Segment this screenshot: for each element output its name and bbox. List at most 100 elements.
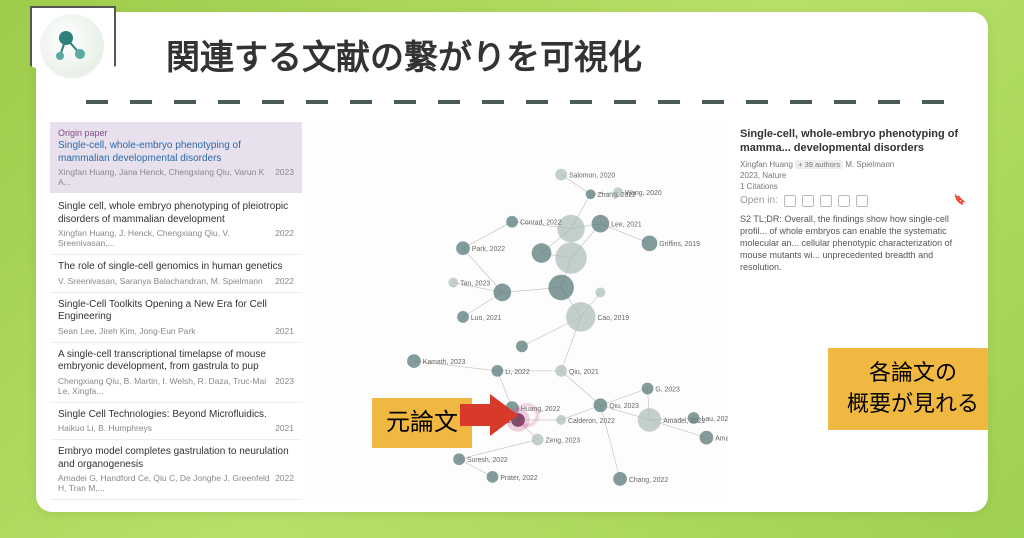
graph-node-label: Suresh, 2022 xyxy=(467,457,508,464)
detail-meta: 2023, Nature xyxy=(740,171,966,180)
callout-detail-line2: 概要が見れる xyxy=(847,391,979,416)
list-item[interactable]: A single-cell transcriptional timelapse … xyxy=(50,343,302,403)
detail-author-more: + 39 authors xyxy=(795,160,843,169)
origin-year: 2023 xyxy=(275,167,294,187)
graph-node[interactable] xyxy=(555,365,567,377)
graph-node[interactable] xyxy=(638,408,662,432)
origin-author-text: Xingfan Huang, Jana Henck, Chengxiang Qi… xyxy=(58,167,275,187)
list-item[interactable]: Single cell, whole embryo phenotyping of… xyxy=(50,195,302,255)
graph-panel[interactable]: Salomon, 2020Zhang, 2022Wang, 2020Conrad… xyxy=(306,122,728,502)
graph-node-label: Li, 2022 xyxy=(505,369,530,376)
origin-title: Single-cell, whole-embryo phenotyping of… xyxy=(58,140,294,165)
paper-list-panel: Origin paper Single-cell, whole-embryo p… xyxy=(50,122,302,502)
graph-node[interactable] xyxy=(592,215,610,233)
list-item[interactable]: Single Cell Technologies: Beyond Microfl… xyxy=(50,403,302,441)
source-icon[interactable] xyxy=(856,195,868,207)
graph-node-label: Wang, 2020 xyxy=(625,190,662,197)
graph-node[interactable] xyxy=(491,365,503,377)
citation-graph[interactable]: Salomon, 2020Zhang, 2022Wang, 2020Conrad… xyxy=(306,122,728,502)
graph-node-label: Lee, 2021 xyxy=(611,222,642,229)
app-logo xyxy=(40,14,104,78)
graph-node-label: Prater, 2022 xyxy=(500,475,538,482)
detail-citations: 1 Citations xyxy=(740,182,966,191)
list-item[interactable]: Embryo model completes gastrulation to n… xyxy=(50,440,302,500)
graph-node-label: Luo, 2021 xyxy=(471,315,502,322)
paper-title: Single Cell Technologies: Beyond Microfl… xyxy=(58,409,294,422)
paper-authors: Amadei G, Handford Ce, Qiu C, De Jonghe … xyxy=(58,473,294,493)
detail-title: Single-cell, whole-embryo phenotyping of… xyxy=(740,128,966,156)
graph-node[interactable] xyxy=(548,275,574,301)
graph-node-label: Tan, 2023 xyxy=(460,281,490,288)
graph-edge xyxy=(463,222,512,248)
paper-title: Single-Cell Toolkits Opening a New Era f… xyxy=(58,299,294,324)
callout-detail-line1: 各論文の xyxy=(869,360,957,385)
graph-node[interactable] xyxy=(596,287,606,297)
graph-node[interactable] xyxy=(487,471,499,483)
graph-node[interactable] xyxy=(700,431,714,445)
graph-node[interactable] xyxy=(456,241,470,255)
graph-node[interactable] xyxy=(453,453,465,465)
paper-title: The role of single-cell genomics in huma… xyxy=(58,261,294,274)
graph-node-label: Kamath, 2023 xyxy=(423,359,466,366)
graph-node-label: Zeng, 2023 xyxy=(545,438,580,445)
title-underline xyxy=(86,100,966,104)
paper-authors: V. Sreenivasan, Saranya Balachandran, M.… xyxy=(58,276,294,286)
paper-detail-panel: Single-cell, whole-embryo phenotyping of… xyxy=(732,122,974,502)
graph-node[interactable] xyxy=(532,243,552,263)
graph-node[interactable] xyxy=(532,434,544,446)
graph-node-label: Calderon, 2022 xyxy=(568,418,615,425)
paper-title: A single-cell transcriptional timelapse … xyxy=(58,349,294,374)
graph-node-label: Qiu, 2021 xyxy=(569,369,599,376)
graph-node[interactable] xyxy=(516,340,528,352)
detail-author-first: Xingfan Huang xyxy=(740,160,793,169)
graph-node[interactable] xyxy=(594,398,608,412)
slide-title: 関連する文献の繋がりを可視化 xyxy=(166,30,966,79)
paper-authors: Chengxiang Qiu, B. Martin, I. Welsh, R. … xyxy=(58,376,294,396)
graph-node-label: Amadei, 2023 xyxy=(715,436,728,443)
graph-node-label: Amadei, 2022 xyxy=(663,418,706,425)
arrow-icon xyxy=(460,394,518,441)
paper-authors: Xingfan Huang, J. Henck, Chengxiang Qiu,… xyxy=(58,228,294,248)
paper-authors: Sean Lee, Jireh Kim, Jong-Eun Park2021 xyxy=(58,326,294,336)
paper-title: Single cell, whole embryo phenotyping of… xyxy=(58,201,294,226)
ribbon-badge xyxy=(30,6,116,86)
graph-node[interactable] xyxy=(642,383,654,395)
graph-node[interactable] xyxy=(506,216,518,228)
graph-node[interactable] xyxy=(407,354,421,368)
graph-node[interactable] xyxy=(566,302,595,331)
slide-card: 関連する文献の繋がりを可視化 Origin paper Single-cell,… xyxy=(36,12,988,512)
source-icon[interactable] xyxy=(784,195,796,207)
origin-authors: Xingfan Huang, Jana Henck, Chengxiang Qi… xyxy=(58,167,294,187)
list-item[interactable]: Sample-multiplexing approaches for singl… xyxy=(50,500,302,502)
graph-node-label: Conrad, 2022 xyxy=(520,220,562,227)
graph-node[interactable] xyxy=(448,278,458,288)
source-icon[interactable] xyxy=(802,195,814,207)
origin-label: Origin paper xyxy=(58,128,294,138)
graph-node-label: G, 2023 xyxy=(655,386,680,393)
list-item[interactable]: The role of single-cell genomics in huma… xyxy=(50,255,302,293)
graph-node-label: Lau, 2022 xyxy=(702,416,728,423)
graph-node[interactable] xyxy=(556,415,566,425)
list-item[interactable]: Single-Cell Toolkits Opening a New Era f… xyxy=(50,293,302,343)
graph-node[interactable] xyxy=(613,472,627,486)
graph-node-label: Griffins, 2019 xyxy=(659,241,700,248)
graph-node[interactable] xyxy=(555,242,586,273)
detail-summary: S2 TL;DR: Overall, the findings show how… xyxy=(740,213,966,274)
detail-authors: Xingfan Huang + 39 authors M. Spielmann xyxy=(740,160,966,169)
graph-node-label: Chang, 2022 xyxy=(629,477,668,484)
connected-papers-icon xyxy=(50,24,94,68)
graph-node-label: Qiu, 2023 xyxy=(609,403,639,410)
graph-node[interactable] xyxy=(493,284,511,302)
graph-node[interactable] xyxy=(586,189,596,199)
graph-node[interactable] xyxy=(457,311,469,323)
callout-detail: 各論文の 概要が見れる xyxy=(828,348,988,430)
graph-node[interactable] xyxy=(555,169,567,181)
callout-origin: 元論文 xyxy=(372,398,472,448)
app-screenshot: Origin paper Single-cell, whole-embryo p… xyxy=(50,122,974,502)
graph-node[interactable] xyxy=(642,235,658,251)
source-icon[interactable] xyxy=(838,195,850,207)
graph-edge xyxy=(561,371,600,405)
source-icon[interactable] xyxy=(820,195,832,207)
origin-paper-block[interactable]: Origin paper Single-cell, whole-embryo p… xyxy=(50,122,302,193)
graph-edge xyxy=(600,405,620,479)
